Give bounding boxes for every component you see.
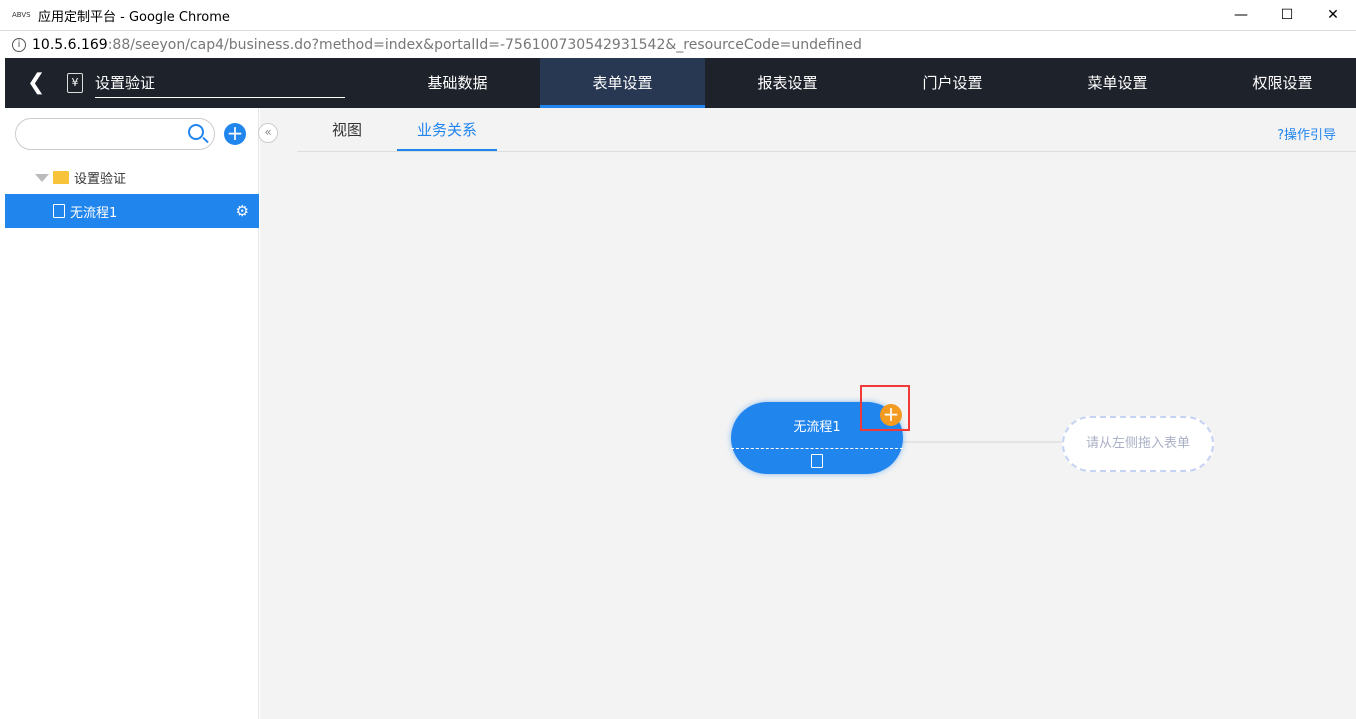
tab-basic-data[interactable]: 基础数据 <box>375 58 540 108</box>
guide-link[interactable]: ?操作引导 <box>1277 124 1336 143</box>
folder-icon <box>53 171 69 184</box>
form-icon <box>53 204 65 218</box>
back-icon[interactable]: ❮ <box>27 70 45 95</box>
tab-menu-settings[interactable]: 菜单设置 <box>1035 58 1200 108</box>
gear-icon[interactable]: ⚙ <box>236 202 249 220</box>
tab-view[interactable]: 视图 <box>297 108 397 151</box>
top-nav: ❮ ¥ 设置验证 基础数据 表单设置 报表设置 门户设置 菜单设置 权限设置 <box>5 58 1356 108</box>
connector-line <box>903 441 1063 443</box>
minimize-button[interactable]: — <box>1218 0 1264 30</box>
tab-permission-settings[interactable]: 权限设置 <box>1200 58 1356 108</box>
search-icon[interactable] <box>188 124 204 140</box>
tree-item-label: 无流程1 <box>70 205 118 221</box>
add-button[interactable]: + <box>224 123 246 145</box>
info-icon[interactable]: i <box>12 37 26 52</box>
url-host[interactable]: 10.5.6.169 <box>32 37 108 53</box>
drop-target[interactable]: 请从左侧拖入表单 <box>1062 416 1214 472</box>
tab-form-settings[interactable]: 表单设置 <box>540 58 705 108</box>
app-logo: ABVS <box>12 11 31 19</box>
window-titlebar: ABVS 应用定制平台 - Google Chrome — ☐ ✕ <box>0 0 1356 30</box>
tab-portal-settings[interactable]: 门户设置 <box>870 58 1035 108</box>
node-divider <box>731 448 903 449</box>
maximize-button[interactable]: ☐ <box>1264 0 1310 30</box>
tab-report-settings[interactable]: 报表设置 <box>705 58 870 108</box>
close-button[interactable]: ✕ <box>1310 0 1356 30</box>
sidebar: + 设置验证 无流程1 ⚙ <box>5 108 259 719</box>
app-name-input[interactable]: 设置验证 <box>95 72 345 98</box>
window-title: 应用定制平台 - Google Chrome <box>38 9 230 25</box>
highlight-box <box>860 385 910 431</box>
collapse-sidebar-button[interactable]: « <box>258 123 278 143</box>
tree-folder[interactable]: 设置验证 <box>35 168 126 187</box>
tree-item-form[interactable]: 无流程1 ⚙ <box>5 194 259 228</box>
form-icon[interactable] <box>811 454 823 468</box>
expand-icon[interactable] <box>35 173 49 182</box>
app-icon: ¥ <box>67 73 83 93</box>
search-input[interactable] <box>15 118 215 150</box>
tab-business-relation[interactable]: 业务关系 <box>397 108 497 151</box>
address-bar[interactable]: i 10.5.6.169:88/seeyon/cap4/business.do?… <box>0 30 1356 58</box>
url-path[interactable]: :88/seeyon/cap4/business.do?method=index… <box>108 37 862 53</box>
folder-label: 设置验证 <box>74 172 127 187</box>
main-canvas: 视图 业务关系 ?操作引导 无流程1 + 请从左侧拖入表单 <box>260 108 1356 719</box>
